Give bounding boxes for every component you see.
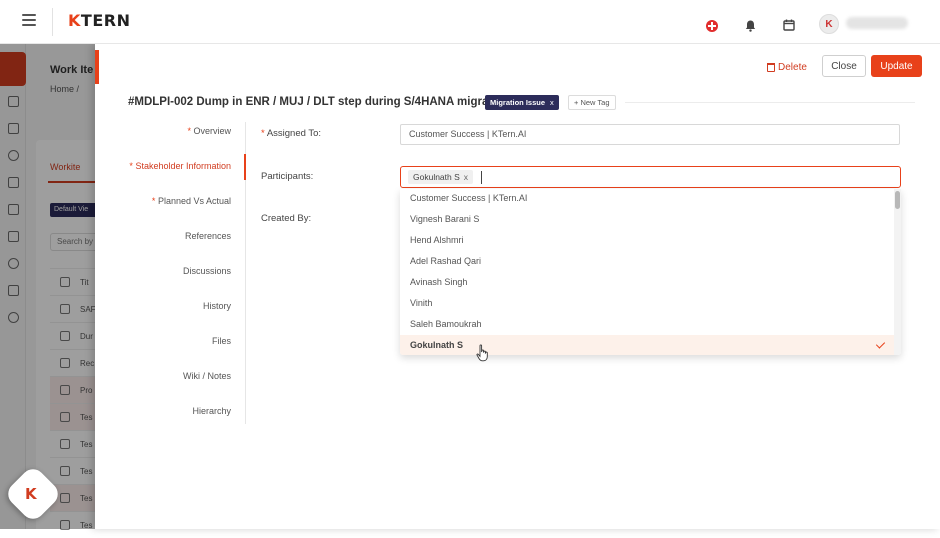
section-planned-vs-actual[interactable]: * Planned Vs Actual <box>152 196 231 206</box>
section-files[interactable]: Files <box>212 336 231 346</box>
top-header: KTERN K <box>0 0 940 44</box>
assigned-to-label: * Assigned To: <box>261 128 322 139</box>
participant-option[interactable]: Vinith <box>400 293 895 314</box>
ktern-assistant-logo[interactable]: K <box>25 485 37 503</box>
participant-option[interactable]: Adel Rashad Qari <box>400 251 895 272</box>
user-name-blurred[interactable] <box>846 17 908 29</box>
calendar-icon[interactable] <box>783 19 795 31</box>
dropdown-scrollbar[interactable] <box>894 189 901 355</box>
bell-icon[interactable] <box>745 20 756 32</box>
section-discussions[interactable]: Discussions <box>183 266 231 276</box>
participant-option[interactable]: Avinash Singh <box>400 272 895 293</box>
ktern-logo[interactable]: KTERN <box>68 11 130 30</box>
modal-overlay[interactable] <box>0 44 98 529</box>
created-by-label: Created By: <box>261 213 312 224</box>
add-icon[interactable] <box>706 20 718 32</box>
participants-dropdown: Customer Success | KTern.AI Vignesh Baran… <box>400 189 901 355</box>
panel-accent-bar <box>95 50 99 84</box>
user-avatar[interactable]: K <box>819 14 839 34</box>
participant-chip-label: Gokulnath S <box>413 172 460 182</box>
close-button[interactable]: Close <box>822 55 866 77</box>
participant-chip[interactable]: Gokulnath S x <box>408 170 474 184</box>
text-caret <box>481 171 482 184</box>
work-item-panel: Delete Close Update #MDLPI-002 Dump in E… <box>95 44 940 529</box>
tag-migration-issue[interactable]: Migration Issue x <box>485 95 559 110</box>
chip-remove-icon[interactable]: x <box>464 172 468 182</box>
section-references[interactable]: References <box>185 231 231 241</box>
check-icon <box>875 339 886 349</box>
trash-icon <box>767 62 775 72</box>
update-button[interactable]: Update <box>871 55 922 77</box>
participants-label: Participants: <box>261 171 314 182</box>
delete-label: Delete <box>778 61 807 73</box>
dropdown-scrollbar-thumb[interactable] <box>895 191 900 209</box>
section-stakeholder-information[interactable]: * Stakeholder Information <box>129 161 231 171</box>
title-divider <box>625 102 915 103</box>
header-divider <box>52 8 53 36</box>
menu-icon[interactable] <box>22 14 36 26</box>
section-wiki-notes[interactable]: Wiki / Notes <box>183 371 231 381</box>
work-item-title: #MDLPI-002 Dump in ENR / MUJ / DLT step … <box>128 96 510 108</box>
delete-button[interactable]: Delete <box>767 56 807 78</box>
participant-option[interactable]: Customer Success | KTern.AI <box>400 189 895 209</box>
participant-option[interactable]: Hend Alshmri <box>400 230 895 251</box>
section-overview[interactable]: * Overview <box>187 126 231 136</box>
tag-label: Migration Issue <box>490 98 546 107</box>
hand-pointer-icon <box>476 344 490 362</box>
participant-option[interactable]: Vignesh Barani S <box>400 209 895 230</box>
tag-remove-icon[interactable]: x <box>550 98 554 107</box>
assigned-to-field[interactable]: Customer Success | KTern.AI <box>400 124 900 145</box>
new-tag-button[interactable]: + New Tag <box>568 95 616 110</box>
participant-option[interactable]: Saleh Bamoukrah <box>400 314 895 335</box>
section-hierarchy[interactable]: Hierarchy <box>192 406 231 416</box>
section-active-indicator <box>244 154 246 180</box>
participants-input[interactable]: Gokulnath S x <box>400 166 901 188</box>
participant-option[interactable]: Gokulnath S <box>400 335 895 355</box>
section-history[interactable]: History <box>203 301 231 311</box>
